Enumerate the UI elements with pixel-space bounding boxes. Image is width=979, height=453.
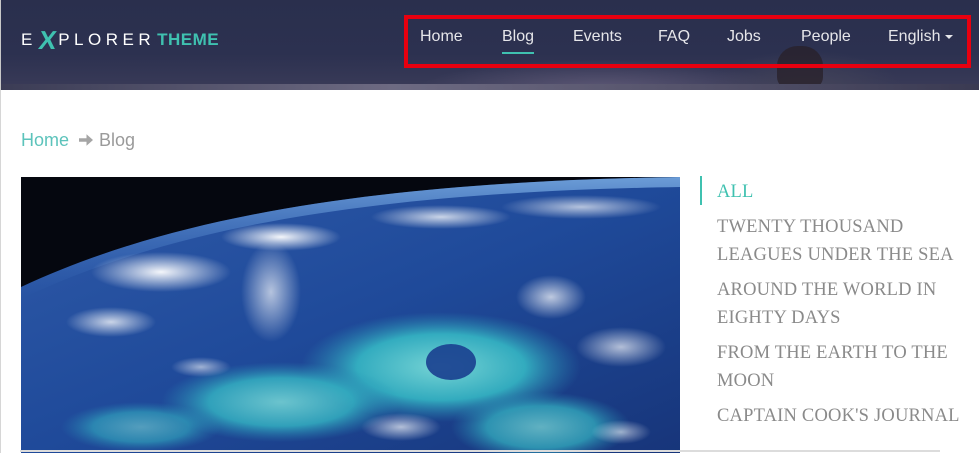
category-captain-cooks-journal[interactable]: CAPTAIN COOK'S JOURNAL bbox=[717, 402, 967, 430]
site-logo[interactable]: E X PLORER THEME bbox=[21, 25, 220, 55]
caret-down-icon bbox=[945, 34, 954, 39]
logo-letter-e: E bbox=[21, 30, 37, 49]
header-bottom-band bbox=[1, 84, 979, 90]
category-all[interactable]: ALL bbox=[717, 178, 967, 206]
category-line: EIGHTY DAYS bbox=[717, 308, 841, 328]
site-header: E X PLORER THEME Home Blog Events FAQ Jo… bbox=[0, 0, 979, 90]
nav-home[interactable]: Home bbox=[420, 28, 463, 52]
content-divider bbox=[20, 450, 940, 452]
page-left-edge bbox=[0, 90, 1, 453]
nav-jobs[interactable]: Jobs bbox=[727, 28, 761, 52]
language-label: English bbox=[888, 28, 941, 45]
category-around-the-world[interactable]: AROUND THE WORLD IN EIGHTY DAYS bbox=[717, 276, 967, 332]
page: E X PLORER THEME Home Blog Events FAQ Jo… bbox=[0, 0, 979, 453]
arrow-right-icon bbox=[78, 132, 94, 148]
language-dropdown[interactable]: English bbox=[888, 28, 954, 52]
category-from-earth-to-moon[interactable]: FROM THE EARTH TO THE MOON bbox=[717, 339, 967, 395]
earth-from-space-image bbox=[21, 177, 680, 453]
breadcrumb-current: Blog bbox=[99, 129, 136, 150]
nav-people[interactable]: People bbox=[801, 28, 851, 52]
category-line: TWENTY THOUSAND bbox=[717, 217, 904, 237]
nav-events[interactable]: Events bbox=[573, 28, 622, 52]
active-category-indicator bbox=[700, 176, 702, 205]
logo-word: PLORER bbox=[58, 30, 156, 49]
blog-hero-image[interactable] bbox=[21, 177, 680, 453]
category-twenty-thousand-leagues[interactable]: TWENTY THOUSAND LEAGUES UNDER THE SEA bbox=[717, 213, 967, 269]
breadcrumb: Home Blog bbox=[21, 128, 135, 152]
breadcrumb-home-link[interactable]: Home bbox=[21, 130, 69, 151]
logo-x-mark: X bbox=[36, 24, 59, 55]
category-line: AROUND THE WORLD IN bbox=[717, 280, 937, 300]
nav-blog[interactable]: Blog bbox=[502, 28, 535, 54]
category-line: MOON bbox=[717, 371, 775, 391]
nav-faq[interactable]: FAQ bbox=[658, 28, 690, 52]
category-line: LEAGUES UNDER THE SEA bbox=[717, 245, 954, 265]
logo-theme: THEME bbox=[157, 30, 220, 49]
category-line: FROM THE EARTH TO THE bbox=[717, 343, 948, 363]
